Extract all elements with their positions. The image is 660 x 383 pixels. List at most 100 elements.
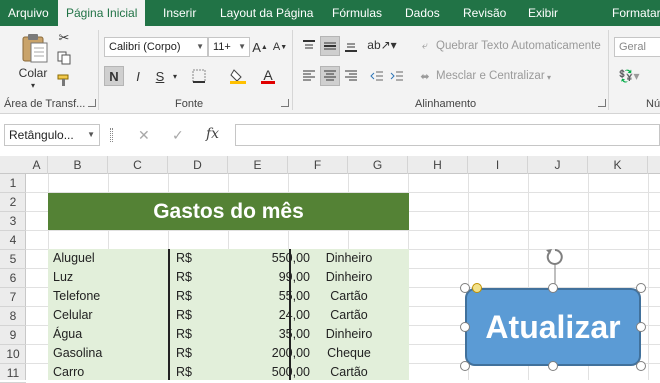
name-box[interactable]: Retângulo... ▼ <box>4 124 100 146</box>
table-row[interactable]: Água R$ 35,00 Dinheiro <box>48 325 409 344</box>
row-header[interactable]: 9 <box>0 326 26 345</box>
row-header[interactable]: 11 <box>0 364 26 383</box>
column-header[interactable]: K <box>588 156 648 174</box>
tab-formatar[interactable]: Formatar <box>612 0 660 26</box>
resize-handle[interactable] <box>548 283 558 293</box>
tab-revisao[interactable]: Revisão <box>463 0 506 26</box>
align-right-icon[interactable] <box>342 68 360 84</box>
sheet-title-cell[interactable]: Gastos do mês <box>48 193 409 230</box>
font-size-combo[interactable]: 11+ ▼ <box>208 37 250 57</box>
grow-font-icon[interactable]: A ▲ <box>252 37 268 57</box>
row-header[interactable]: 8 <box>0 307 26 326</box>
align-center-icon[interactable] <box>320 66 340 86</box>
number-format-combo[interactable]: Geral <box>614 37 660 57</box>
orientation-icon[interactable]: ab↗▾ <box>367 36 396 54</box>
row-header[interactable]: 4 <box>0 231 26 250</box>
decrease-indent-icon[interactable] <box>368 68 386 84</box>
column-header[interactable]: I <box>468 156 528 174</box>
tab-formulas[interactable]: Fórmulas <box>332 0 382 26</box>
enter-icon[interactable]: ✓ <box>172 127 184 144</box>
column-header[interactable]: C <box>108 156 168 174</box>
tab-layout-pagina[interactable]: Layout da Página <box>220 0 313 26</box>
fill-color-icon[interactable] <box>228 66 248 86</box>
resize-handle[interactable] <box>636 322 646 332</box>
tab-dados[interactable]: Dados <box>405 0 440 26</box>
shape-adjust-handle[interactable] <box>472 283 482 293</box>
resize-handle[interactable] <box>548 361 558 371</box>
italic-button[interactable]: I <box>128 66 148 86</box>
row-header[interactable]: 3 <box>0 212 26 231</box>
column-header[interactable]: D <box>168 156 228 174</box>
row-header[interactable]: 1 <box>0 174 26 193</box>
merge-center-button[interactable]: Mesclar e Centralizar <box>436 70 545 82</box>
expense-payment: Dinheiro <box>325 251 373 265</box>
borders-icon[interactable] <box>188 66 210 86</box>
align-bottom-icon[interactable] <box>342 38 360 54</box>
tab-inserir[interactable]: Inserir <box>163 0 196 26</box>
font-name-combo[interactable]: Calibri (Corpo) ▼ <box>104 37 208 57</box>
tab-arquivo[interactable]: Arquivo <box>8 0 49 26</box>
chevron-down-icon: ▼ <box>87 130 95 139</box>
copy-icon[interactable] <box>56 50 72 66</box>
resize-handle[interactable] <box>460 322 470 332</box>
group-separator <box>608 30 609 110</box>
expense-currency: R$ <box>176 346 192 360</box>
shrink-font-icon[interactable]: A ▼ <box>272 37 288 57</box>
cut-icon[interactable]: ✂ <box>56 30 72 46</box>
alignment-launcher-icon[interactable] <box>598 99 606 107</box>
table-row[interactable]: Celular R$ 24,00 Cartão <box>48 306 409 325</box>
row-header[interactable]: 6 <box>0 269 26 288</box>
insert-function-icon[interactable]: fx <box>206 126 219 142</box>
expense-currency: R$ <box>176 308 192 322</box>
paste-button[interactable]: Colar <box>14 66 52 80</box>
clipboard-launcher-icon[interactable] <box>88 99 96 107</box>
column-header[interactable]: J <box>528 156 588 174</box>
update-shape-button[interactable]: Atualizar <box>465 288 641 366</box>
column-header[interactable]: E <box>228 156 288 174</box>
formula-bar-grip[interactable] <box>110 128 113 142</box>
resize-handle[interactable] <box>636 283 646 293</box>
expense-name: Gasolina <box>53 346 103 360</box>
underline-button[interactable]: S <box>150 66 170 86</box>
alignment-group-label: Alinhamento <box>415 98 477 110</box>
paste-icon[interactable] <box>16 32 52 64</box>
rotate-handle-icon[interactable] <box>540 244 570 288</box>
chevron-down-icon[interactable]: ▾ <box>170 66 180 86</box>
currency-format-icon[interactable]: 💱▾ <box>616 68 642 84</box>
tab-pagina-inicial[interactable]: Página Inicial <box>58 0 146 26</box>
font-color-icon[interactable]: A <box>258 66 278 86</box>
table-row[interactable]: Carro R$ 500,00 Cartão <box>48 363 409 382</box>
table-row[interactable]: Gasolina R$ 200,00 Cheque <box>48 344 409 363</box>
row-header[interactable]: 10 <box>0 345 26 364</box>
expenses-table: Aluguel R$ 550,00 Dinheiro Luz R$ 99,00 … <box>48 249 409 380</box>
column-header[interactable]: H <box>408 156 468 174</box>
align-top-icon[interactable] <box>300 38 318 54</box>
chevron-down-icon: ▼ <box>196 42 204 51</box>
paste-dropdown-icon[interactable]: ▾ <box>28 80 38 90</box>
column-header[interactable]: A <box>26 156 48 174</box>
format-painter-icon[interactable] <box>56 72 72 88</box>
wrap-text-button[interactable]: Quebrar Texto Automaticamente <box>436 40 601 52</box>
bold-button[interactable]: N <box>104 66 124 86</box>
cancel-icon[interactable]: ✕ <box>138 127 150 144</box>
resize-handle[interactable] <box>636 361 646 371</box>
resize-handle[interactable] <box>460 283 470 293</box>
align-left-icon[interactable] <box>300 68 318 84</box>
column-header[interactable]: B <box>48 156 108 174</box>
table-row[interactable]: Aluguel R$ 550,00 Dinheiro <box>48 249 409 268</box>
expense-name: Luz <box>53 270 74 284</box>
column-header[interactable]: F <box>288 156 348 174</box>
tab-exibir[interactable]: Exibir <box>528 0 558 26</box>
row-header[interactable]: 2 <box>0 193 26 212</box>
chevron-down-icon[interactable]: ▾ <box>544 70 554 84</box>
resize-handle[interactable] <box>460 361 470 371</box>
row-header[interactable]: 7 <box>0 288 26 307</box>
table-row[interactable]: Telefone R$ 55,00 Cartão <box>48 287 409 306</box>
row-header[interactable]: 5 <box>0 250 26 269</box>
increase-indent-icon[interactable] <box>388 68 406 84</box>
table-row[interactable]: Luz R$ 99,00 Dinheiro <box>48 268 409 287</box>
column-header[interactable]: G <box>348 156 408 174</box>
formula-input[interactable] <box>235 124 660 146</box>
font-launcher-icon[interactable] <box>281 99 289 107</box>
align-middle-icon[interactable] <box>320 36 340 56</box>
